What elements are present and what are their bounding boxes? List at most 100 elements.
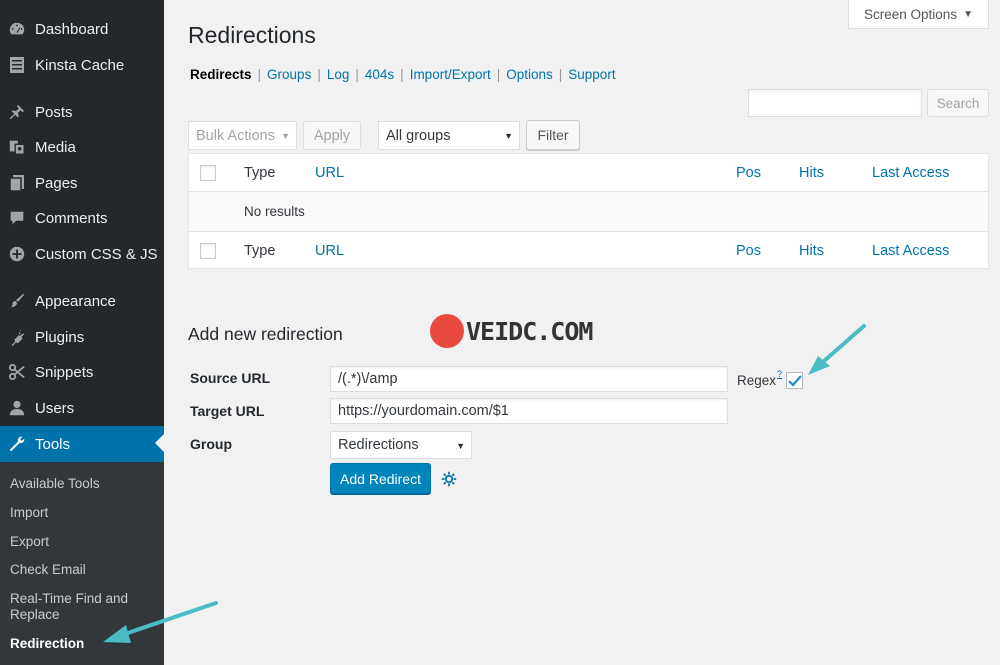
no-results-message: No results <box>244 204 305 219</box>
menu-item-media[interactable]: Media <box>0 130 164 164</box>
admin-sidebar: Dashboard Kinsta Cache Posts Media Pages… <box>0 0 164 665</box>
dashboard-icon <box>7 19 27 39</box>
select-all-checkbox[interactable] <box>200 165 216 181</box>
regex-label: Regex <box>737 373 777 388</box>
tab-import-export[interactable]: Import/Export <box>410 67 491 82</box>
tab-support[interactable]: Support <box>568 67 615 82</box>
bulk-actions-select[interactable]: Bulk Actions ▼ <box>188 121 297 150</box>
user-icon <box>7 398 27 418</box>
caret-down-icon: ▼ <box>281 131 290 141</box>
column-url-sort[interactable]: URL <box>315 243 344 259</box>
menu-item-label: Posts <box>35 103 73 121</box>
checkmark-icon <box>787 374 802 387</box>
tab-separator: | <box>355 67 359 82</box>
submenu-item-available-tools[interactable]: Available Tools <box>10 476 160 492</box>
screen-options-button[interactable]: Screen Options ▼ <box>848 0 989 29</box>
tab-separator: | <box>257 67 262 82</box>
regex-help-link[interactable]: ? <box>777 369 782 379</box>
apply-button[interactable]: Apply <box>303 121 361 150</box>
wrench-icon <box>7 434 27 454</box>
menu-item-posts[interactable]: Posts <box>0 95 164 129</box>
scissors-icon <box>7 362 27 382</box>
tools-submenu: Available Tools Import Export Check Emai… <box>0 462 164 665</box>
submenu-item-export[interactable]: Export <box>10 534 160 550</box>
column-last-access-sort[interactable]: Last Access <box>872 165 949 181</box>
search-button[interactable]: Search <box>927 89 989 117</box>
caret-down-icon: ▼ <box>456 441 465 451</box>
watermark-text: VEIDC.COM <box>466 316 593 346</box>
bulk-actions-value: Bulk Actions <box>196 127 275 144</box>
regex-checkbox[interactable] <box>786 372 803 389</box>
column-url-sort[interactable]: URL <box>315 165 344 181</box>
menu-item-label: Snippets <box>35 363 94 381</box>
menu-item-users[interactable]: Users <box>0 391 164 425</box>
table-empty-row: No results <box>189 192 988 231</box>
tab-separator: | <box>400 67 404 82</box>
target-url-label: Target URL <box>190 403 265 419</box>
menu-item-label: Tools <box>35 435 71 453</box>
comments-icon <box>7 208 27 228</box>
tab-redirects[interactable]: Redirects <box>190 67 252 82</box>
pages-icon <box>7 173 27 193</box>
menu-item-dashboard[interactable]: Dashboard <box>0 12 164 46</box>
menu-item-label: Kinsta Cache <box>35 56 125 74</box>
watermark: VEIDC.COM <box>430 314 593 348</box>
menu-item-label: Dashboard <box>35 20 109 38</box>
media-icon <box>7 137 27 157</box>
caret-down-icon: ▼ <box>504 131 513 141</box>
select-all-checkbox-footer[interactable] <box>200 243 216 259</box>
column-hits-sort[interactable]: Hits <box>799 243 824 259</box>
screen-options-label: Screen Options <box>864 6 958 22</box>
search-input[interactable] <box>748 89 922 117</box>
tab-separator: | <box>558 67 563 82</box>
gear-icon[interactable] <box>440 470 458 488</box>
menu-item-pages[interactable]: Pages <box>0 166 164 200</box>
tab-log[interactable]: Log <box>327 67 350 82</box>
redirection-tabs: Redirects | Groups | Log | 404s | Import… <box>190 67 616 82</box>
menu-item-plugins[interactable]: Plugins <box>0 320 164 354</box>
menu-item-label: Comments <box>35 209 108 227</box>
caret-down-icon: ▼ <box>963 8 973 20</box>
add-redirect-button[interactable]: Add Redirect <box>330 463 431 494</box>
menu-item-label: Users <box>35 399 75 417</box>
filter-button[interactable]: Filter <box>526 120 580 150</box>
column-pos-sort[interactable]: Pos <box>736 243 761 259</box>
paintbrush-icon <box>7 291 27 311</box>
column-last-access-sort[interactable]: Last Access <box>872 243 949 259</box>
column-type: Type <box>244 165 276 181</box>
submenu-item-real-time-find-replace[interactable]: Real-Time Find and Replace <box>10 591 160 623</box>
annotation-arrow-regex <box>808 324 866 375</box>
menu-item-comments[interactable]: Comments <box>0 201 164 235</box>
plus-circle-icon <box>7 244 27 264</box>
menu-item-appearance[interactable]: Appearance <box>0 284 164 318</box>
menu-item-tools[interactable]: Tools <box>0 426 164 462</box>
source-url-input[interactable]: /(.*)\/amp <box>330 366 728 392</box>
table-header-row: Type URL Pos Hits Last Access <box>189 154 988 192</box>
tab-separator: | <box>317 67 321 82</box>
tab-options[interactable]: Options <box>506 67 553 82</box>
menu-item-custom-css-js[interactable]: Custom CSS & JS <box>0 237 164 271</box>
group-filter-select[interactable]: All groups ▼ <box>378 121 520 150</box>
group-label: Group <box>190 436 232 452</box>
column-hits-sort[interactable]: Hits <box>799 165 824 181</box>
menu-item-kinsta-cache[interactable]: Kinsta Cache <box>0 48 164 82</box>
table-footer-row: Type URL Pos Hits Last Access <box>189 231 988 269</box>
tab-groups[interactable]: Groups <box>267 67 311 82</box>
column-type: Type <box>244 243 276 259</box>
tab-404s[interactable]: 404s <box>365 67 394 82</box>
submenu-item-import[interactable]: Import <box>10 505 160 521</box>
menu-item-label: Custom CSS & JS <box>35 245 158 263</box>
watermark-seal-icon <box>430 314 464 348</box>
menu-item-snippets[interactable]: Snippets <box>0 355 164 389</box>
menu-item-label: Media <box>35 138 76 156</box>
group-select[interactable]: Redirections ▼ <box>330 431 472 459</box>
target-url-input[interactable]: https://yourdomain.com/$1 <box>330 398 728 424</box>
submenu-item-redirection[interactable]: Redirection <box>10 636 160 652</box>
plugins-icon <box>7 327 27 347</box>
menu-item-label: Plugins <box>35 328 85 346</box>
menu-item-label: Pages <box>35 174 78 192</box>
column-pos-sort[interactable]: Pos <box>736 165 761 181</box>
group-filter-value: All groups <box>386 127 451 144</box>
redirects-table: Type URL Pos Hits Last Access No results… <box>188 153 989 269</box>
submenu-item-check-email[interactable]: Check Email <box>10 562 160 578</box>
